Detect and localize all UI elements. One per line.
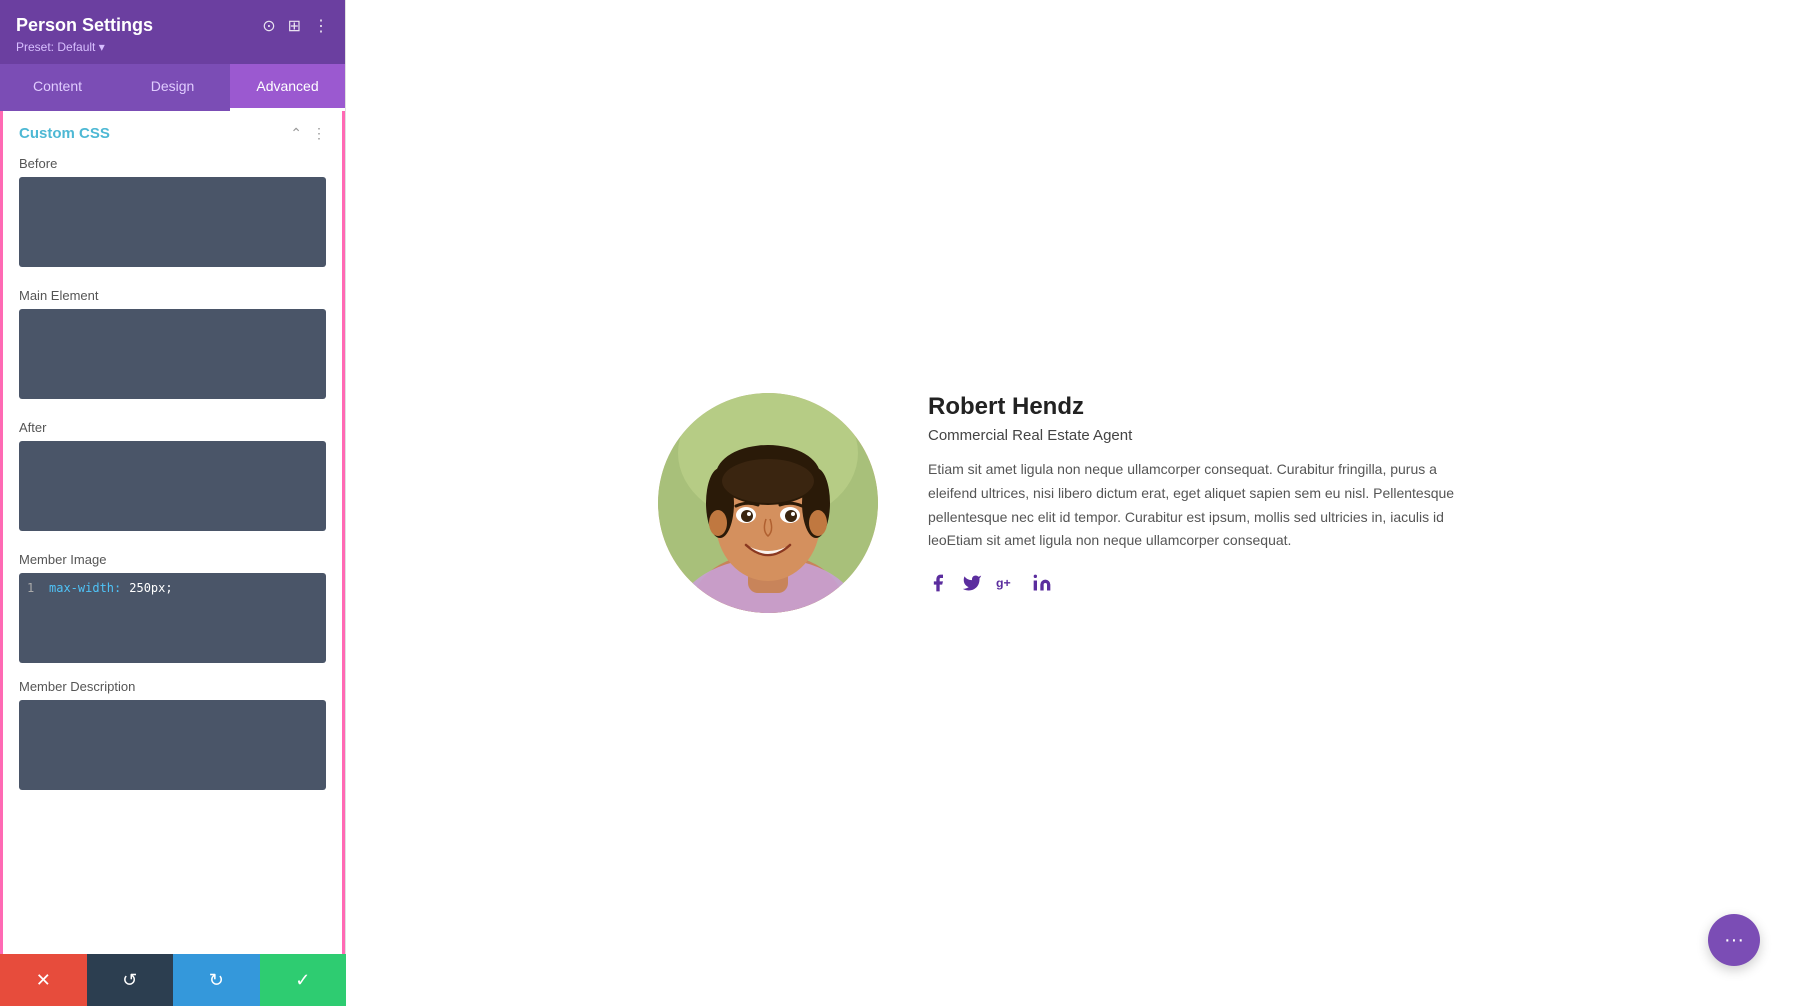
css-before-group: Before <box>3 152 342 284</box>
css-after-group: After <box>3 416 342 548</box>
person-info: Robert Hendz Commercial Real Estate Agen… <box>928 393 1488 598</box>
fab-button[interactable]: ··· <box>1708 914 1760 966</box>
css-member-description-group: Member Description <box>3 675 342 807</box>
before-label: Before <box>19 156 326 171</box>
custom-css-section-header: Custom CSS ⌃ ⋮ <box>3 111 342 152</box>
main-element-label: Main Element <box>19 288 326 303</box>
svg-text:g+: g+ <box>996 576 1011 590</box>
avatar <box>658 393 878 613</box>
main-element-input[interactable] <box>19 309 326 399</box>
settings-icon[interactable]: ⊙ <box>262 16 275 36</box>
css-main-element-group: Main Element <box>3 284 342 416</box>
member-description-input[interactable] <box>19 700 326 790</box>
person-bio: Etiam sit amet ligula non neque ullamcor… <box>928 458 1488 553</box>
panel-header: Person Settings Preset: Default ▾ ⊙ ⊞ ⋮ <box>0 0 345 64</box>
undo-button[interactable]: ↺ <box>87 954 174 1006</box>
avatar-wrap <box>658 393 878 613</box>
code-line-1: 1 max-width: 250px; <box>27 581 318 595</box>
redo-button[interactable]: ↻ <box>173 954 260 1006</box>
person-name: Robert Hendz <box>928 393 1488 421</box>
redo-icon: ↻ <box>209 970 224 991</box>
social-links: g+ <box>928 573 1488 598</box>
settings-panel: Person Settings Preset: Default ▾ ⊙ ⊞ ⋮ … <box>0 0 346 1006</box>
facebook-icon[interactable] <box>928 573 948 598</box>
bottom-toolbar: ✕ ↺ ↻ ✓ <box>0 954 346 1006</box>
avatar-svg <box>658 393 878 613</box>
tab-content[interactable]: Content <box>0 64 115 111</box>
member-image-label: Member Image <box>19 552 326 567</box>
preview-area: Robert Hendz Commercial Real Estate Agen… <box>346 0 1800 1006</box>
more-icon[interactable]: ⋮ <box>313 16 329 36</box>
panel-header-icons: ⊙ ⊞ ⋮ <box>262 16 329 36</box>
save-button[interactable]: ✓ <box>260 954 347 1006</box>
section-more-icon[interactable]: ⋮ <box>312 125 326 142</box>
cancel-button[interactable]: ✕ <box>0 954 87 1006</box>
css-value: 250px; <box>129 581 172 595</box>
member-image-editor[interactable]: 1 max-width: 250px; <box>19 573 326 663</box>
tab-advanced[interactable]: Advanced <box>230 64 345 111</box>
after-label: After <box>19 420 326 435</box>
collapse-icon[interactable]: ⌃ <box>290 125 302 142</box>
googleplus-icon[interactable]: g+ <box>996 573 1018 598</box>
panel-preset[interactable]: Preset: Default ▾ <box>16 40 262 54</box>
fab-icon: ··· <box>1724 929 1744 952</box>
panel-body: Custom CSS ⌃ ⋮ Before Main Element After… <box>0 111 345 1006</box>
undo-icon: ↺ <box>122 970 137 991</box>
css-member-image-group: Member Image 1 max-width: 250px; <box>3 548 342 675</box>
before-input[interactable] <box>19 177 326 267</box>
person-role: Commercial Real Estate Agent <box>928 427 1488 444</box>
tabs-bar: Content Design Advanced <box>0 64 345 111</box>
cancel-icon: ✕ <box>36 970 51 991</box>
person-card: Robert Hendz Commercial Real Estate Agen… <box>658 393 1488 613</box>
css-property: max-width: <box>49 581 121 595</box>
after-input[interactable] <box>19 441 326 531</box>
member-description-label: Member Description <box>19 679 326 694</box>
twitter-icon[interactable] <box>962 573 982 598</box>
columns-icon[interactable]: ⊞ <box>288 16 301 36</box>
section-title: Custom CSS <box>19 125 110 142</box>
section-controls: ⌃ ⋮ <box>290 125 326 142</box>
save-icon: ✓ <box>295 970 310 991</box>
panel-title: Person Settings <box>16 14 262 37</box>
tab-design[interactable]: Design <box>115 64 230 111</box>
line-number: 1 <box>27 581 41 595</box>
linkedin-icon[interactable] <box>1032 573 1052 598</box>
panel-title-block: Person Settings Preset: Default ▾ <box>16 14 262 54</box>
